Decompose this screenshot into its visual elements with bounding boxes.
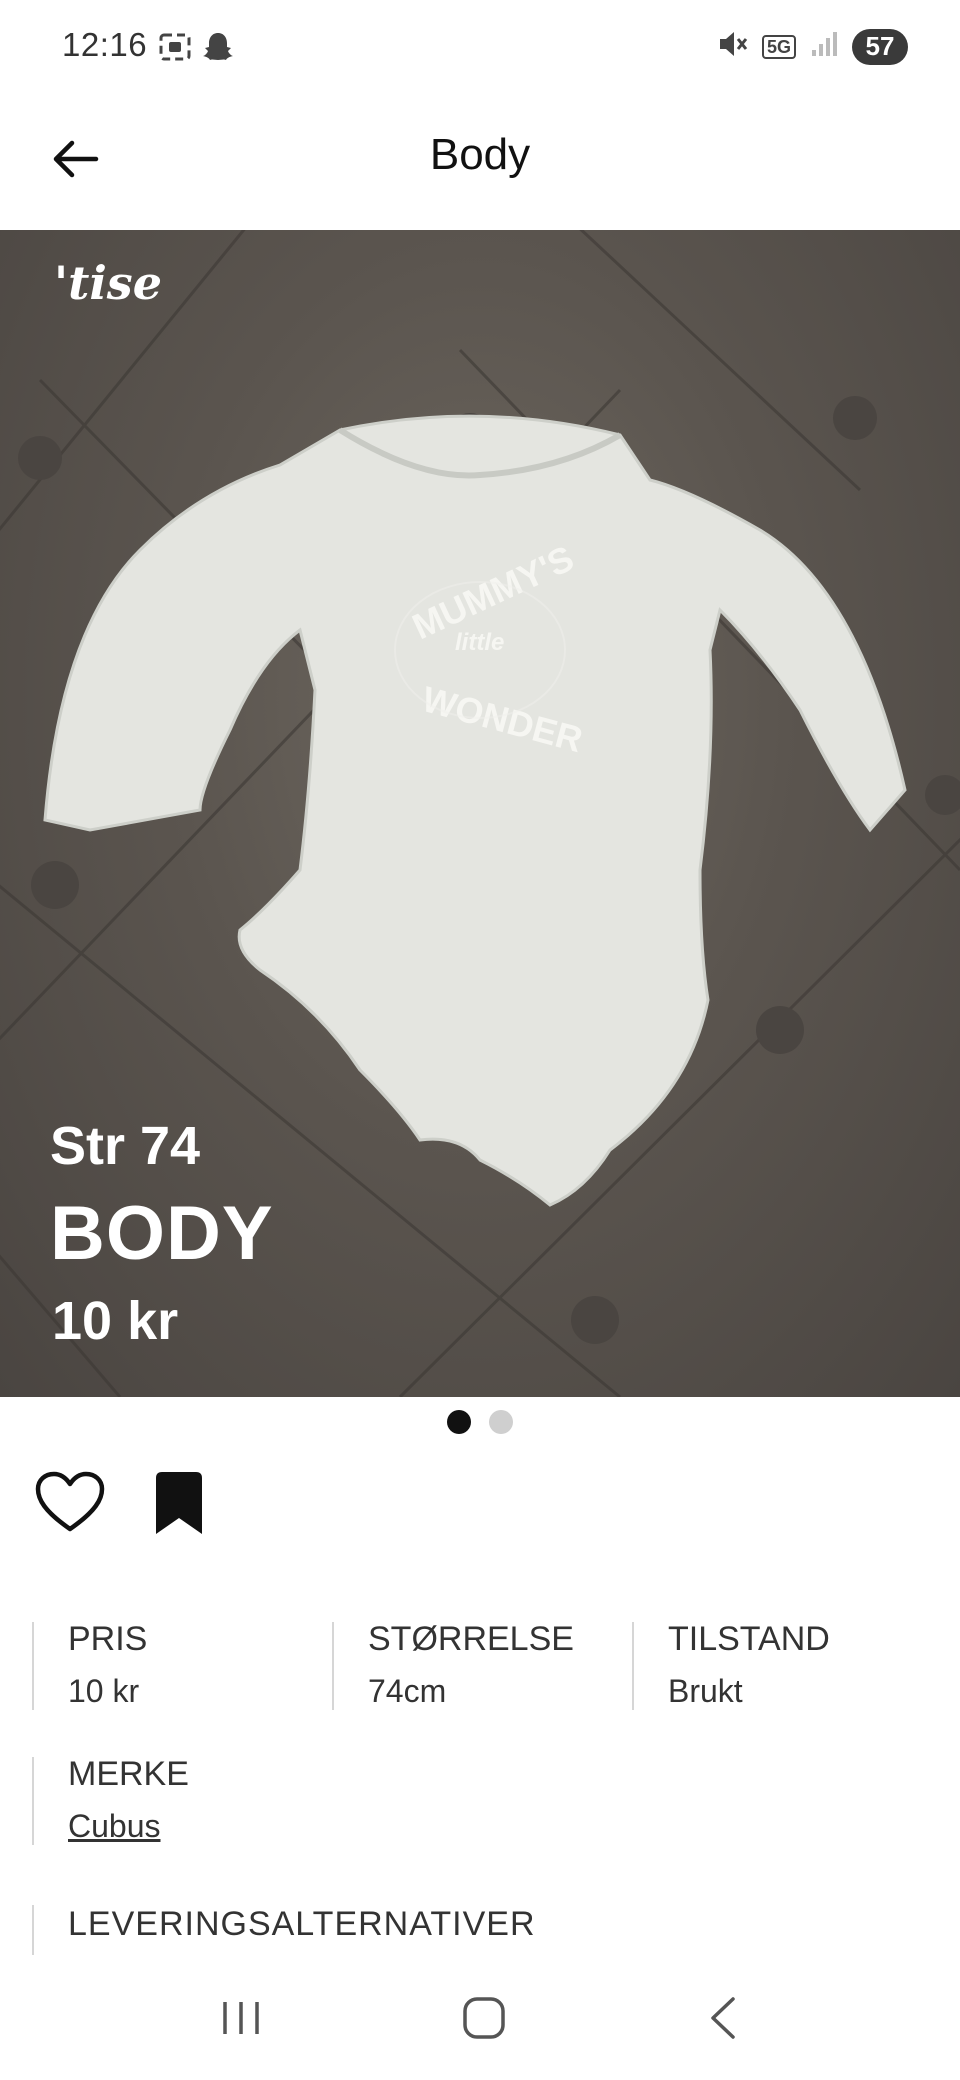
price-label: PRIS (68, 1620, 148, 1658)
carousel-indicator (0, 1410, 960, 1434)
action-bar (34, 1470, 208, 1541)
price-detail: PRIS 10 kr (32, 1620, 332, 1710)
tise-logo: 'tise (54, 256, 162, 310)
condition-detail: TILSTAND Brukt (632, 1620, 932, 1710)
product-image-carousel[interactable]: MUMMY'S little WONDER 'tise Str 74 BODY … (0, 230, 960, 1397)
recents-icon (219, 2001, 263, 2042)
like-button[interactable] (34, 1471, 106, 1540)
details-row-2: MERKE Cubus (32, 1755, 932, 1845)
image-title-text: BODY (50, 1191, 274, 1276)
condition-label: TILSTAND (668, 1620, 830, 1658)
bookmark-icon (150, 1472, 208, 1540)
image-price-text: 10 kr (52, 1291, 179, 1351)
size-value: 74cm (368, 1673, 447, 1709)
image-size-text: Str 74 (50, 1116, 201, 1176)
status-icons-left (158, 30, 234, 69)
heart-icon (34, 1471, 106, 1539)
5g-icon: 5G (761, 34, 796, 59)
system-back-button[interactable] (705, 1995, 741, 2046)
home-icon (461, 1996, 507, 2045)
brand-label: MERKE (68, 1755, 189, 1793)
snapchat-icon (202, 30, 234, 69)
status-icons-right: 5G 57 (716, 28, 908, 65)
condition-value: Brukt (668, 1673, 743, 1709)
size-detail: STØRRELSE 74cm (332, 1620, 632, 1710)
svg-text:little: little (455, 629, 504, 656)
battery-icon: 57 (852, 28, 908, 65)
carousel-dot-2[interactable] (489, 1410, 513, 1434)
size-label: STØRRELSE (368, 1620, 574, 1658)
system-nav-bar (0, 1960, 960, 2080)
delivery-options-heading: LEVERINGSALTERNATIVER (32, 1905, 536, 1955)
mute-icon (716, 28, 748, 65)
home-button[interactable] (461, 1995, 507, 2046)
status-time: 12:16 (62, 26, 148, 63)
top-app-bar: Body (0, 96, 960, 230)
carousel-dot-1[interactable] (447, 1410, 471, 1434)
screenshot-icon (158, 30, 192, 69)
status-bar: 12:16 5G 57 (0, 0, 960, 96)
back-icon (705, 1996, 741, 2045)
save-button[interactable] (150, 1470, 208, 1541)
page-title: Body (429, 130, 531, 179)
details-row-1: PRIS 10 kr STØRRELSE 74cm TILSTAND Brukt (32, 1620, 932, 1710)
price-value: 10 kr (68, 1673, 140, 1709)
signal-icon (810, 30, 838, 63)
brand-link[interactable]: Cubus (68, 1808, 352, 1845)
brand-detail: MERKE Cubus (32, 1755, 352, 1845)
recents-button[interactable] (219, 1998, 263, 2043)
